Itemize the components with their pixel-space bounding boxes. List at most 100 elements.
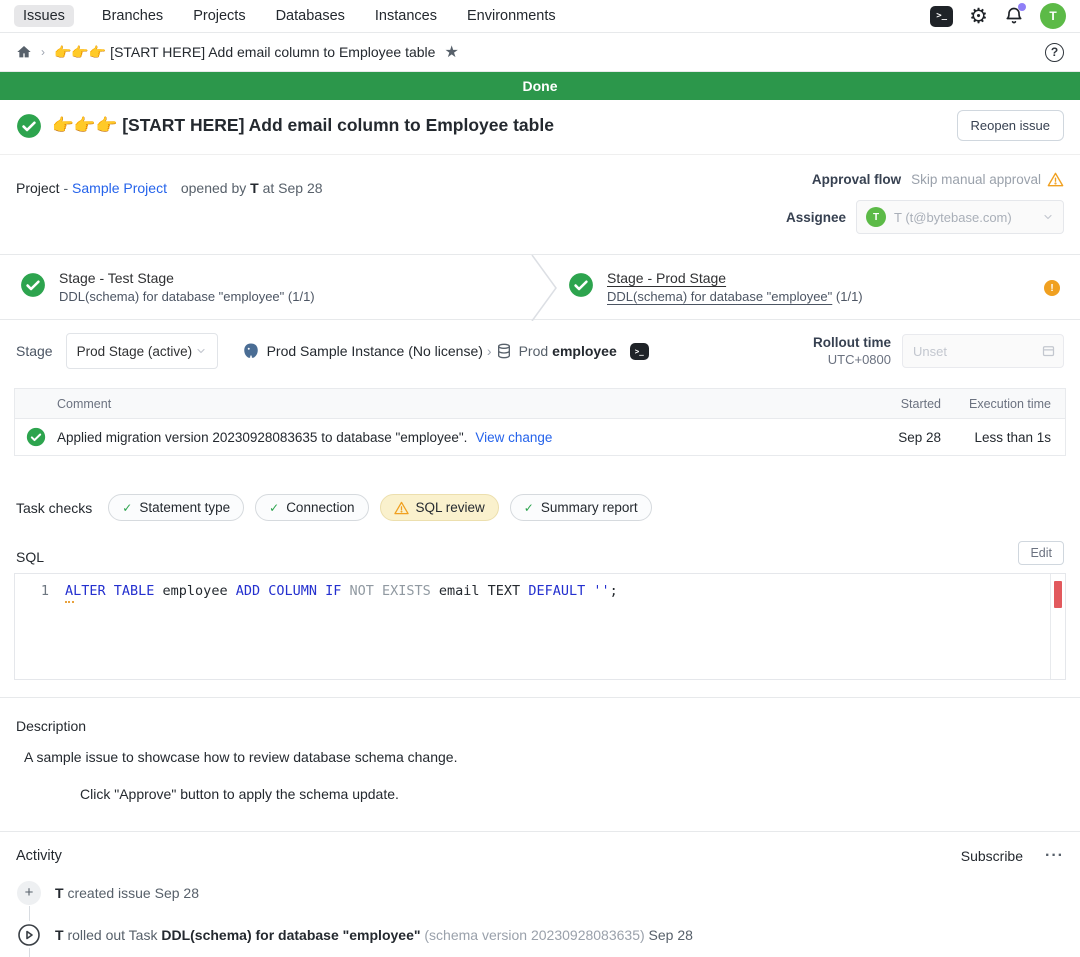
database-link[interactable]: employee	[552, 343, 617, 359]
activity-text: created issue Sep 28	[67, 885, 199, 901]
opened-suffix: at Sep 28	[263, 180, 323, 196]
sql-edit-button[interactable]: Edit	[1018, 541, 1064, 565]
rollout-time-label: Rollout time	[813, 335, 891, 350]
stage-test[interactable]: Stage - Test Stage DDL(schema) for datab…	[0, 255, 532, 319]
col-header-started: Started	[869, 397, 941, 411]
sql-token: email TEXT	[439, 581, 528, 601]
rollout-timezone: UTC+0800	[813, 352, 891, 367]
stage-prod-subtitle: DDL(schema) for database "employee" (1/1…	[607, 289, 863, 304]
rollout-time-input[interactable]	[902, 334, 1064, 368]
stage-test-subtitle: DDL(schema) for database "employee" (1/1…	[59, 289, 315, 304]
stage-attention-icon: !	[1044, 280, 1060, 296]
view-change-link[interactable]: View change	[475, 430, 552, 445]
assignee-avatar: T	[866, 207, 886, 227]
assignee-label: Assignee	[786, 210, 846, 225]
plus-icon: +	[16, 881, 42, 905]
assignee-select[interactable]: T T (t@bytebase.com)	[856, 200, 1064, 234]
notification-dot	[1018, 3, 1026, 11]
instance-link[interactable]: Prod Sample Instance (No license)	[267, 343, 483, 359]
stage-test-check-icon	[20, 272, 46, 303]
star-icon[interactable]: ★	[444, 42, 458, 62]
task-run-success-icon	[15, 427, 57, 447]
bell-icon[interactable]	[1004, 6, 1024, 26]
activity-task: DDL(schema) for database "employee"	[161, 927, 420, 943]
stage-prod-check-icon	[568, 272, 594, 303]
sql-token: NOT EXISTS	[350, 581, 439, 601]
task-table-header: Comment Started Execution time	[15, 389, 1065, 419]
sql-token: ;	[610, 581, 618, 601]
reopen-issue-button[interactable]: Reopen issue	[957, 110, 1065, 141]
task-run-execution-time: Less than 1s	[941, 430, 1065, 445]
database-icon	[496, 343, 512, 359]
stage-select-label: Stage	[16, 343, 53, 359]
project-label: Project	[16, 180, 60, 196]
top-nav: Issues Branches Projects Databases Insta…	[0, 0, 1080, 33]
activity-version: (schema version 20230928083635)	[424, 927, 644, 943]
approval-flow-row: Approval flow Skip manual approval	[812, 172, 1064, 187]
check-statement-type[interactable]: ✓ Statement type	[108, 494, 244, 521]
activity-item-rollout: T rolled out Task DDL(schema) for databa…	[16, 921, 1064, 948]
activity-label: Activity	[16, 848, 62, 864]
stage-selector-row: Stage Prod Stage (active) Prod Sample In…	[0, 320, 1080, 379]
more-menu-icon[interactable]: ···	[1045, 847, 1064, 865]
description-line: A sample issue to showcase how to review…	[24, 749, 1064, 765]
sql-token: ADD COLUMN IF	[236, 581, 350, 601]
check-sql-review[interactable]: SQL review	[380, 494, 499, 521]
activity-time: Sep 28	[649, 927, 693, 943]
stage-select[interactable]: Prod Stage (active)	[66, 333, 218, 369]
check-connection[interactable]: ✓ Connection	[255, 494, 368, 521]
task-run-row[interactable]: Applied migration version 20230928083635…	[15, 419, 1065, 455]
db-breadcrumb-separator: ›	[487, 343, 492, 359]
stage-prod[interactable]: Stage - Prod Stage DDL(schema) for datab…	[532, 255, 1080, 319]
opened-actor: T	[250, 180, 259, 196]
db-environment: Prod	[519, 343, 549, 359]
task-run-table: Comment Started Execution time Applied m…	[14, 388, 1066, 456]
check-success-icon: ✓	[269, 501, 279, 515]
editor-warning-marker	[1054, 581, 1062, 608]
check-label: Statement type	[139, 500, 230, 515]
play-circle-icon	[16, 923, 42, 947]
check-success-icon: ✓	[524, 501, 534, 515]
chevron-down-icon	[195, 345, 207, 357]
sql-editor-icon[interactable]: >_	[930, 6, 953, 27]
check-summary-report[interactable]: ✓ Summary report	[510, 494, 652, 521]
task-checks-label: Task checks	[16, 500, 92, 516]
check-label: Summary report	[541, 500, 638, 515]
timeline-connector	[16, 948, 42, 957]
help-icon[interactable]: ?	[1045, 43, 1064, 62]
nav-tab-environments[interactable]: Environments	[465, 5, 558, 27]
nav-tab-branches[interactable]: Branches	[100, 5, 165, 27]
subscribe-button[interactable]: Subscribe	[961, 848, 1023, 864]
open-sql-editor-icon[interactable]: >_	[630, 343, 649, 360]
gear-icon[interactable]: ⚙	[969, 6, 988, 27]
col-header-comment: Comment	[57, 397, 869, 411]
project-line: Project - Sample Project opened by T at …	[16, 172, 323, 234]
editor-scroll-gutter	[1050, 574, 1051, 679]
check-success-icon: ✓	[122, 501, 132, 515]
nav-tab-issues[interactable]: Issues	[14, 5, 74, 27]
sql-code-line: 1 ALTER TABLE employee ADD COLUMN IF NOT…	[15, 581, 1065, 601]
breadcrumb-separator: ›	[41, 45, 45, 59]
check-label: SQL review	[416, 500, 485, 515]
stage-separator-chevron	[529, 255, 559, 321]
sql-token: DEFAULT	[528, 581, 593, 601]
stage-prod-title: Stage - Prod Stage	[607, 270, 863, 286]
task-checks-row: Task checks ✓ Statement type ✓ Connectio…	[0, 494, 1080, 521]
activity-timeline: + T created issue Sep 28 T rolled out Ta…	[16, 879, 1064, 957]
stage-select-value: Prod Stage (active)	[77, 344, 193, 359]
opened-pre: opened by	[181, 180, 246, 196]
col-header-execution-time: Execution time	[941, 397, 1065, 411]
approval-flow-text: Skip manual approval	[911, 172, 1041, 187]
home-icon[interactable]	[16, 44, 32, 60]
user-avatar[interactable]: T	[1040, 3, 1066, 29]
assignee-row: Assignee T T (t@bytebase.com)	[786, 200, 1064, 234]
project-link[interactable]: Sample Project	[72, 180, 167, 196]
nav-tab-projects[interactable]: Projects	[191, 5, 247, 27]
nav-tab-instances[interactable]: Instances	[373, 5, 439, 27]
activity-section: Activity Subscribe ··· + T created issue…	[0, 831, 1080, 957]
nav-tab-databases[interactable]: Databases	[274, 5, 347, 27]
opened-by-text: opened by T at Sep 28	[181, 180, 323, 196]
description-label: Description	[16, 718, 1064, 734]
activity-item-created: + T created issue Sep 28	[16, 879, 1064, 906]
calendar-icon	[1041, 343, 1056, 358]
